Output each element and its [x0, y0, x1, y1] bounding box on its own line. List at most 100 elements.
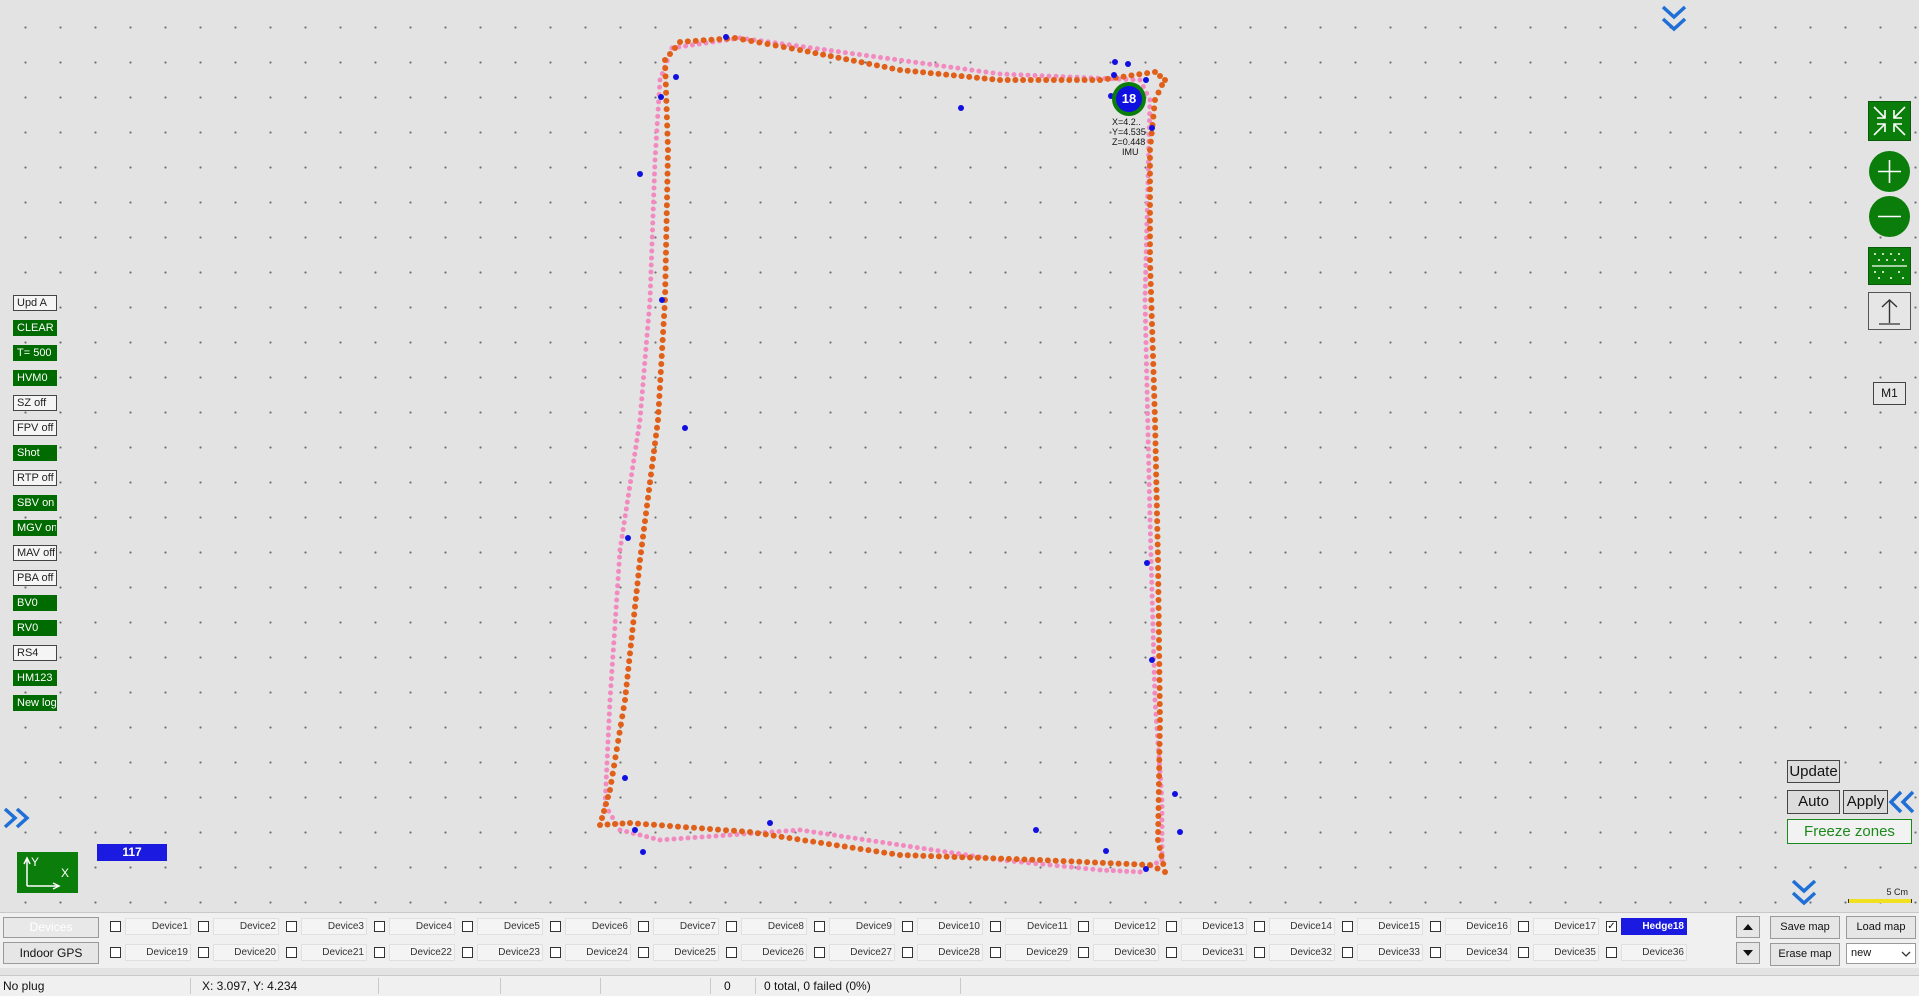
- device-checkbox[interactable]: [1518, 921, 1529, 932]
- device-name-field[interactable]: Device10: [917, 918, 983, 935]
- device-name-field[interactable]: Device21: [301, 944, 367, 961]
- device-name-field[interactable]: Device4: [389, 918, 455, 935]
- side-button-6[interactable]: Shot: [13, 445, 57, 461]
- side-button-15[interactable]: HM123: [13, 670, 57, 686]
- device-name-field[interactable]: Device22: [389, 944, 455, 961]
- device-checkbox[interactable]: [990, 947, 1001, 958]
- device-checkbox[interactable]: [1078, 921, 1089, 932]
- device-checkbox[interactable]: [638, 921, 649, 932]
- device-name-field[interactable]: Device11: [1005, 918, 1071, 935]
- device-name-field[interactable]: Device8: [741, 918, 807, 935]
- device-name-field[interactable]: Device14: [1269, 918, 1335, 935]
- device-checkbox[interactable]: [462, 947, 473, 958]
- device-checkbox[interactable]: [550, 947, 561, 958]
- north-up-button[interactable]: [1868, 292, 1911, 330]
- zoom-in-button[interactable]: [1868, 150, 1911, 193]
- device-name-field[interactable]: Device9: [829, 918, 895, 935]
- device-checkbox[interactable]: [1078, 947, 1089, 958]
- expand-left-icon[interactable]: [2, 806, 32, 830]
- side-button-11[interactable]: PBA off: [13, 570, 57, 586]
- side-button-12[interactable]: BV0: [13, 595, 57, 611]
- device-name-field[interactable]: Device12: [1093, 918, 1159, 935]
- device-checkbox[interactable]: [374, 947, 385, 958]
- device-name-field[interactable]: Device34: [1445, 944, 1511, 961]
- side-button-1[interactable]: CLEAR: [13, 320, 57, 336]
- m1-button[interactable]: M1: [1873, 382, 1906, 405]
- device-name-field[interactable]: Device13: [1181, 918, 1247, 935]
- expand-right-icon[interactable]: [1887, 789, 1917, 815]
- erase-map-button[interactable]: Erase map: [1770, 943, 1840, 966]
- device-checkbox[interactable]: [110, 947, 121, 958]
- indoor-gps-button[interactable]: Indoor GPS: [3, 942, 99, 964]
- device-checkbox[interactable]: [1430, 921, 1441, 932]
- side-button-2[interactable]: T= 500: [13, 345, 57, 361]
- device-name-field[interactable]: Hedge18: [1621, 918, 1687, 935]
- fit-view-button[interactable]: [1868, 101, 1911, 141]
- load-map-button[interactable]: Load map: [1846, 916, 1916, 939]
- side-button-0[interactable]: Upd A: [13, 295, 57, 311]
- device-name-field[interactable]: Device2: [213, 918, 279, 935]
- map-canvas[interactable]: [0, 0, 1919, 910]
- device-checkbox[interactable]: [1430, 947, 1441, 958]
- device-checkbox[interactable]: [814, 921, 825, 932]
- device-checkbox[interactable]: [726, 947, 737, 958]
- device-name-field[interactable]: Device6: [565, 918, 631, 935]
- device-name-field[interactable]: Device3: [301, 918, 367, 935]
- device-checkbox[interactable]: [902, 947, 913, 958]
- device-checkbox[interactable]: [374, 921, 385, 932]
- scroll-up-button[interactable]: [1736, 916, 1760, 938]
- device-checkbox[interactable]: [1254, 921, 1265, 932]
- device-checkbox[interactable]: [1166, 947, 1177, 958]
- grid-toggle-button[interactable]: [1868, 247, 1911, 285]
- device-checkbox[interactable]: [638, 947, 649, 958]
- collapse-bottom-icon[interactable]: [1790, 878, 1818, 908]
- device-name-field[interactable]: Device29: [1005, 944, 1071, 961]
- device-checkbox[interactable]: [550, 921, 561, 932]
- device-name-field[interactable]: Device20: [213, 944, 279, 961]
- device-name-field[interactable]: Device30: [1093, 944, 1159, 961]
- update-button[interactable]: Update: [1787, 760, 1840, 783]
- device-name-field[interactable]: Device28: [917, 944, 983, 961]
- auto-button[interactable]: Auto: [1787, 790, 1840, 814]
- side-button-14[interactable]: RS4: [13, 645, 57, 661]
- devices-button[interactable]: Devices: [3, 917, 99, 938]
- device-checkbox[interactable]: [1254, 947, 1265, 958]
- device-checkbox[interactable]: [198, 947, 209, 958]
- side-button-9[interactable]: MGV on: [13, 520, 57, 536]
- hedgehog-marker[interactable]: 18: [1110, 80, 1148, 118]
- save-map-button[interactable]: Save map: [1770, 916, 1840, 939]
- side-button-10[interactable]: MAV off: [13, 545, 57, 561]
- apply-button[interactable]: Apply: [1843, 790, 1888, 814]
- device-checkbox[interactable]: [990, 921, 1001, 932]
- device-checkbox[interactable]: ✓: [1606, 921, 1617, 932]
- device-name-field[interactable]: Device7: [653, 918, 719, 935]
- device-checkbox[interactable]: [1342, 947, 1353, 958]
- device-checkbox[interactable]: [1606, 947, 1617, 958]
- device-name-field[interactable]: Device19: [125, 944, 191, 961]
- device-checkbox[interactable]: [462, 921, 473, 932]
- device-checkbox[interactable]: [1166, 921, 1177, 932]
- device-name-field[interactable]: Device5: [477, 918, 543, 935]
- device-checkbox[interactable]: [198, 921, 209, 932]
- device-name-field[interactable]: Device31: [1181, 944, 1247, 961]
- device-checkbox[interactable]: [1518, 947, 1529, 958]
- device-name-field[interactable]: Device24: [565, 944, 631, 961]
- side-button-3[interactable]: HVM0: [13, 370, 57, 386]
- freeze-zones-button[interactable]: Freeze zones: [1787, 819, 1912, 844]
- device-checkbox[interactable]: [902, 921, 913, 932]
- scroll-down-button[interactable]: [1736, 942, 1760, 964]
- device-name-field[interactable]: Device16: [1445, 918, 1511, 935]
- collapse-top-icon[interactable]: [1660, 4, 1688, 34]
- device-name-field[interactable]: Device25: [653, 944, 719, 961]
- device-name-field[interactable]: Device23: [477, 944, 543, 961]
- device-name-field[interactable]: Device15: [1357, 918, 1423, 935]
- device-checkbox[interactable]: [1342, 921, 1353, 932]
- side-button-7[interactable]: RTP off: [13, 470, 57, 486]
- device-name-field[interactable]: Device33: [1357, 944, 1423, 961]
- device-name-field[interactable]: Device17: [1533, 918, 1599, 935]
- zoom-out-button[interactable]: [1868, 195, 1911, 238]
- side-button-13[interactable]: RV0: [13, 620, 57, 636]
- device-checkbox[interactable]: [286, 947, 297, 958]
- side-button-8[interactable]: SBV on: [13, 495, 57, 511]
- device-name-field[interactable]: Device32: [1269, 944, 1335, 961]
